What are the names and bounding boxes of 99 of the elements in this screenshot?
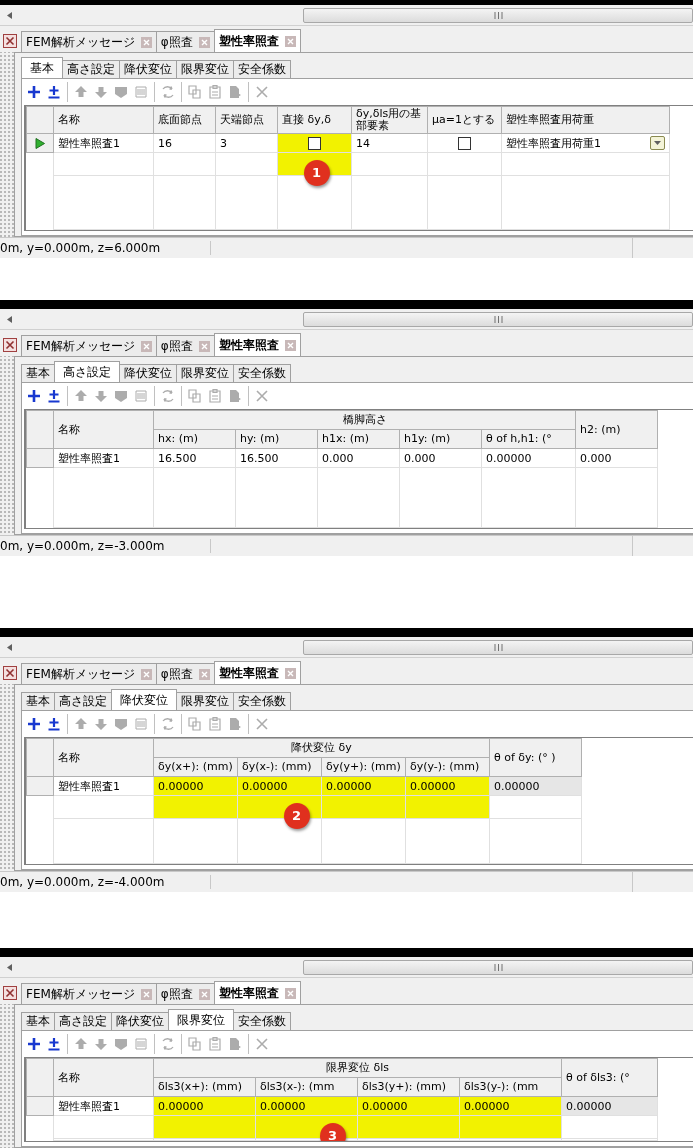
document-tab[interactable]: 塑性率照査 [213,661,301,684]
column-group-header: 限界変位 δls [153,1058,562,1078]
tab[interactable]: 降伏変位 [119,364,177,382]
column-header[interactable]: θ of δy: (° ) [489,738,582,777]
column-header[interactable]: 名称 [53,738,154,777]
tab-close-icon[interactable] [198,668,210,680]
table-cell: 0.000 [399,448,482,468]
document-tab[interactable]: 塑性率照査 [213,333,301,356]
scroll-left-icon[interactable] [6,643,12,651]
table-cell: 0.00000 [481,448,576,468]
column-header[interactable]: 名称 [53,1058,154,1097]
scrollbar-thumb[interactable] [303,7,693,23]
close-icon[interactable] [3,986,17,1000]
tab[interactable]: 安全係数 [233,1012,291,1030]
tab[interactable]: 降伏変位 [111,1012,169,1030]
column-header[interactable]: θ of δls3: (° [561,1058,658,1097]
tab-close-icon[interactable] [198,36,210,48]
tab[interactable]: 降伏変位 [119,60,177,78]
tab[interactable]: 限界変位 [176,364,234,382]
column-group-header: 降伏変位 δy [153,738,490,758]
close-icon[interactable] [3,338,17,352]
column-header[interactable]: 塑性率照査用荷重 [501,106,670,134]
tab[interactable]: 基本 [21,57,63,78]
tab-close-icon[interactable] [284,987,296,999]
document-tab[interactable]: φ照査 [155,335,215,356]
close-icon[interactable] [3,666,17,680]
document-tab[interactable]: 塑性率照査 [213,981,301,1004]
table-cell: 16 [153,133,216,153]
tab-close-icon[interactable] [284,35,296,47]
tab[interactable]: 限界変位 [168,1009,234,1030]
resize-grip[interactable] [0,684,14,871]
document-tab[interactable]: FEM解析メッセージ [21,663,157,684]
tab-close-icon[interactable] [140,340,152,352]
table-cell: 16.500 [153,448,236,468]
table-cell: 0.000 [317,448,400,468]
current-row-icon [35,137,45,149]
dropdown-cell[interactable]: 塑性率照査用荷重1 [501,133,670,153]
tab[interactable]: 高さ設定 [62,60,120,78]
tab[interactable]: 基本 [21,692,55,710]
column-header[interactable]: 名称 [53,106,154,134]
status-text: 0m, y=0.000m, z=-4.000m [0,875,211,889]
scrollbar-thumb[interactable] [303,639,693,655]
tab-close-icon[interactable] [198,340,210,352]
table-cell: 塑性率照査1 [53,776,154,796]
document-tab[interactable]: FEM解析メッセージ [21,31,157,52]
table-cell: 3 [215,133,278,153]
column-header[interactable]: h2: (m) [575,410,658,449]
tab[interactable]: 限界変位 [176,60,234,78]
tab-close-icon[interactable] [284,339,296,351]
document-tab[interactable]: φ照査 [155,983,215,1004]
table-cell: 14 [351,133,428,153]
column-header[interactable]: 底面節点 [153,106,216,134]
table-cell: 塑性率照査1 [53,448,154,468]
scroll-left-icon[interactable] [6,963,12,971]
resize-grip[interactable] [0,1004,14,1148]
table-cell: 16.500 [235,448,318,468]
column-header[interactable]: 天端節点 [215,106,278,134]
close-icon[interactable] [3,34,17,48]
tab[interactable]: 安全係数 [233,60,291,78]
column-header[interactable]: 直接 δy,δ [277,106,352,134]
dropdown-button[interactable] [650,136,665,150]
scrollbar-thumb[interactable] [303,959,693,975]
tab[interactable]: 基本 [21,364,55,382]
scroll-left-icon[interactable] [6,315,12,323]
checkbox[interactable] [308,136,321,150]
tab-close-icon[interactable] [198,988,210,1000]
resize-grip[interactable] [0,52,14,237]
document-tab[interactable]: φ照査 [155,31,215,52]
scroll-left-icon[interactable] [6,11,12,19]
tab[interactable]: 降伏変位 [111,689,177,710]
document-tab[interactable]: φ照査 [155,663,215,684]
document-tab[interactable]: FEM解析メッセージ [21,983,157,1004]
tab[interactable]: 限界変位 [176,692,234,710]
column-header[interactable]: δy,δls用の基部要素 [351,106,428,134]
column-header[interactable]: 名称 [53,410,154,449]
resize-grip[interactable] [0,356,14,535]
column-group-header: 橋脚高さ [153,410,576,430]
caret-icon [654,141,661,145]
tab-close-icon[interactable] [284,667,296,679]
table-cell: 塑性率照査1 [53,1096,154,1116]
document-tab[interactable]: FEM解析メッセージ [21,335,157,356]
tab[interactable]: 安全係数 [233,692,291,710]
checkbox[interactable] [458,136,471,150]
status-text: 0m, y=0.000m, z=-3.000m [0,539,211,553]
tab-close-icon[interactable] [140,668,152,680]
table-cell: 塑性率照査1 [53,133,154,153]
column-header[interactable]: μa=1とする [427,106,502,134]
tab[interactable]: 高さ設定 [54,1012,112,1030]
tab-close-icon[interactable] [140,36,152,48]
scrollbar-thumb[interactable] [303,311,693,327]
document-tab[interactable]: 塑性率照査 [213,29,301,52]
tab[interactable]: 高さ設定 [54,361,120,382]
table-cell: 0.000 [575,448,658,468]
status-text: 0m, y=0.000m, z=6.000m [0,241,211,255]
tab[interactable]: 安全係数 [233,364,291,382]
tab-close-icon[interactable] [140,988,152,1000]
dropdown-value: 塑性率照査用荷重1 [506,135,601,151]
tab[interactable]: 高さ設定 [54,692,112,710]
tab[interactable]: 基本 [21,1012,55,1030]
